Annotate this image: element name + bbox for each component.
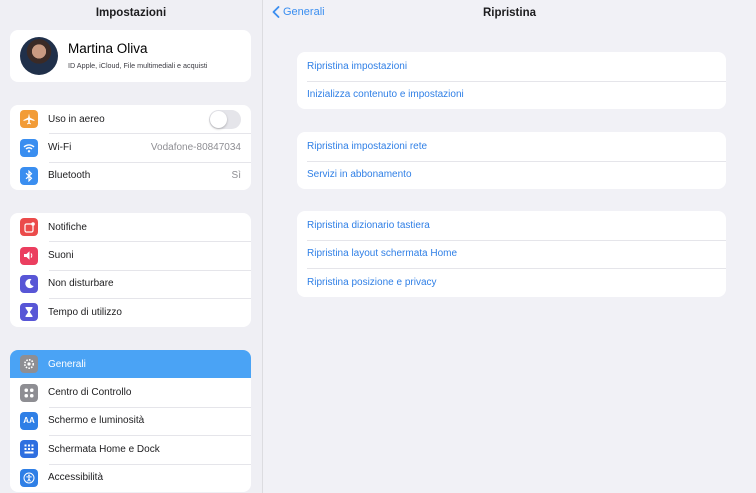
wifi-network-value: Vodafone-80847034	[150, 142, 241, 154]
home-grid-icon	[20, 440, 38, 459]
sidebar-item-airplane-mode[interactable]: Uso in aereo	[10, 105, 251, 133]
sidebar-item-control-center[interactable]: Centro di Controllo	[10, 378, 251, 406]
display-icon: AA	[20, 411, 38, 430]
sidebar-item-label: Suoni	[48, 250, 74, 262]
hourglass-icon	[20, 303, 38, 322]
moon-icon	[20, 274, 38, 293]
sidebar-item-bluetooth[interactable]: Bluetooth Sì	[10, 161, 251, 190]
avatar	[20, 37, 58, 75]
profile-name: Martina Oliva	[68, 41, 148, 56]
sidebar-item-label: Notifiche	[48, 221, 87, 233]
sidebar-item-general[interactable]: Generali	[10, 350, 251, 379]
sidebar-item-do-not-disturb[interactable]: Non disturbare	[10, 269, 251, 298]
bluetooth-value: Sì	[231, 170, 241, 182]
profile-subtitle: ID Apple, iCloud, File multimediali e ac…	[68, 61, 208, 70]
apple-id-profile[interactable]: Martina Oliva ID Apple, iCloud, File mul…	[10, 30, 251, 82]
notifications-icon	[20, 218, 38, 237]
general-group: Generali Centro di Controllo AA Schermo …	[10, 350, 251, 492]
sidebar-item-label: Accessibilità	[48, 472, 104, 484]
reset-group-2: Ripristina impostazioni rete Servizi in …	[297, 132, 726, 189]
reset-settings-button[interactable]: Ripristina impostazioni	[297, 52, 726, 81]
settings-sidebar: Impostazioni Martina Oliva ID Apple, iCl…	[0, 0, 263, 493]
sidebar-item-label: Non disturbare	[48, 278, 114, 290]
sidebar-item-label: Centro di Controllo	[48, 387, 132, 399]
airplane-mode-toggle[interactable]	[209, 109, 241, 129]
sidebar-item-sounds[interactable]: Suoni	[10, 241, 251, 269]
sidebar-item-home-screen-dock[interactable]: Schermata Home e Dock	[10, 435, 251, 463]
sidebar-item-label: Schermata Home e Dock	[48, 443, 160, 455]
reset-home-screen-layout-button[interactable]: Ripristina layout schermata Home	[297, 239, 726, 269]
reset-location-privacy-button[interactable]: Ripristina posizione e privacy	[297, 268, 726, 297]
speaker-icon	[20, 246, 38, 265]
reset-keyboard-dictionary-button[interactable]: Ripristina dizionario tastiera	[297, 211, 726, 240]
reset-group-1: Ripristina impostazioni Inizializza cont…	[297, 52, 726, 109]
gear-icon	[20, 355, 38, 374]
sidebar-item-label: Wi-Fi	[48, 142, 72, 154]
sidebar-item-label: Generali	[48, 358, 86, 370]
sidebar-item-screen-time[interactable]: Tempo di utilizzo	[10, 298, 251, 326]
sidebar-item-accessibility[interactable]: Accessibilità	[10, 463, 251, 492]
sidebar-item-wifi[interactable]: Wi-Fi Vodafone-80847034	[10, 133, 251, 161]
wifi-icon	[20, 138, 38, 157]
sidebar-item-notifications[interactable]: Notifiche	[10, 213, 251, 241]
erase-all-content-button[interactable]: Inizializza contenuto e impostazioni	[297, 80, 726, 110]
sidebar-item-label: Tempo di utilizzo	[48, 306, 122, 318]
reset-network-settings-button[interactable]: Ripristina impostazioni rete	[297, 132, 726, 161]
sidebar-item-label: Schermo e luminosità	[48, 415, 145, 427]
sidebar-title: Impostazioni	[95, 7, 167, 19]
airplane-icon	[20, 110, 38, 129]
reset-panel: Generali Ripristina Ripristina impostazi…	[263, 0, 756, 493]
subscriber-services-button[interactable]: Servizi in abbonamento	[297, 160, 726, 190]
accessibility-icon	[20, 468, 38, 487]
bluetooth-icon	[20, 166, 38, 185]
control-center-icon	[20, 383, 38, 402]
reset-group-3: Ripristina dizionario tastiera Ripristin…	[297, 211, 726, 297]
sidebar-item-display-brightness[interactable]: AA Schermo e luminosità	[10, 406, 251, 435]
page-title: Ripristina	[482, 7, 537, 19]
sidebar-item-label: Uso in aereo	[48, 113, 105, 125]
connectivity-group: Uso in aereo Wi-Fi Vodafone-80847034 Blu…	[10, 105, 251, 191]
notifications-group: Notifiche Suoni Non disturbare Tempo di …	[10, 213, 251, 327]
sidebar-item-label: Bluetooth	[48, 170, 91, 182]
